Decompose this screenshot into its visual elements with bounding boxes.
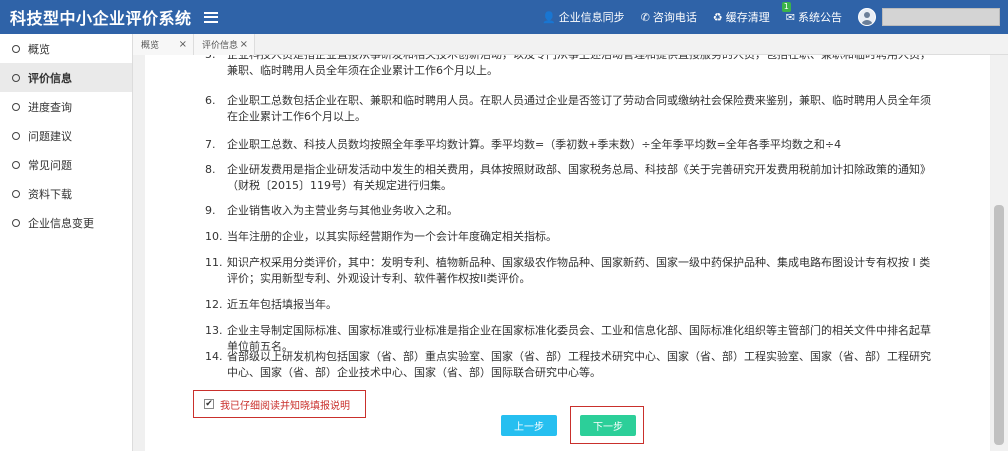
app-title: 科技型中小企业评价系统 — [10, 9, 192, 28]
prev-step-button[interactable]: 上一步 — [501, 415, 557, 436]
list-item: 11. 知识产权采用分类评价，其中：发明专利、植物新品种、国家级农作物品种、国家… — [205, 255, 940, 287]
item-text: 近五年包括填报当年。 — [227, 298, 337, 311]
scrollbar[interactable] — [991, 55, 1008, 451]
item-number: 5. — [205, 55, 216, 63]
sidebar-item-progress-query[interactable]: 进度查询 — [0, 92, 132, 121]
item-text: 企业科技人员是指企业直接从事研发和相关技术创新活动，以及专门从事上述活动管理和提… — [227, 55, 931, 77]
recycle-icon: ♻ — [712, 10, 723, 24]
item-number: 11. — [205, 256, 223, 269]
clear-cache-link[interactable]: ♻ 缓存清理 — [713, 9, 770, 25]
avatar[interactable] — [858, 8, 876, 26]
circle-icon — [12, 189, 20, 198]
sidebar-item-overview[interactable]: 概览 — [0, 34, 132, 63]
circle-icon — [12, 218, 20, 227]
close-icon[interactable]: × — [240, 39, 248, 50]
circle-icon — [12, 73, 20, 82]
item-text: 企业销售收入为主营业务与其他业务收入之和。 — [227, 204, 458, 217]
sync-enterprise-info-link[interactable]: 👤 企业信息同步 — [542, 9, 625, 25]
user-icon: 👤 — [541, 10, 556, 24]
notification-badge: 1 — [781, 2, 791, 12]
sidebar-item-suggestions[interactable]: 问题建议 — [0, 121, 132, 150]
checkbox[interactable]: ✔ — [204, 399, 214, 409]
sync-enterprise-info-label: 企业信息同步 — [558, 11, 625, 24]
scrollbar-thumb[interactable] — [994, 205, 1004, 445]
agree-checkbox-row[interactable]: ✔ 我已仔细阅读并知晓填报说明 — [193, 390, 366, 418]
item-number: 6. — [205, 94, 216, 107]
close-icon[interactable]: × — [179, 39, 187, 50]
list-item: 8. 企业研发费用是指企业研发活动中发生的相关费用，具体按照财政部、国家税务总局… — [205, 162, 940, 194]
agree-label: 我已仔细阅读并知晓填报说明 — [220, 400, 350, 412]
next-step-button[interactable]: 下一步 — [580, 415, 636, 436]
sidebar-item-info-change[interactable]: 企业信息变更 — [0, 208, 132, 237]
header-actions: 👤 企业信息同步 ✆ 咨询电话 ♻ 缓存清理 1 ✉ 系统公告 — [526, 0, 1000, 34]
circle-icon — [12, 44, 20, 53]
sidebar-item-faq[interactable]: 常见问题 — [0, 150, 132, 179]
list-item: 12. 近五年包括填报当年。 — [205, 297, 940, 313]
sidebar-item-label: 问题建议 — [28, 129, 72, 143]
item-number: 10. — [205, 230, 223, 243]
top-navbar: 科技型中小企业评价系统 👤 企业信息同步 ✆ 咨询电话 ♻ 缓存清理 1 ✉ 系… — [0, 0, 1008, 34]
mail-icon: ✉ — [785, 10, 795, 24]
tab-bar: 概览 × 评价信息 × — [133, 34, 1008, 55]
sidebar-item-label: 进度查询 — [28, 100, 72, 114]
circle-icon — [12, 131, 20, 140]
item-text: 知识产权采用分类评价，其中：发明专利、植物新品种、国家级农作物品种、国家新药、国… — [227, 256, 931, 285]
item-number: 7. — [205, 138, 216, 151]
instructions-panel: 5. 企业科技人员是指企业直接从事研发和相关技术创新活动，以及专门从事上述活动管… — [145, 55, 990, 451]
announcements-link[interactable]: 1 ✉ 系统公告 — [781, 2, 842, 25]
hotline-link[interactable]: ✆ 咨询电话 — [641, 9, 697, 25]
sidebar-item-downloads[interactable]: 资料下载 — [0, 179, 132, 208]
circle-icon — [12, 102, 20, 111]
item-number: 8. — [205, 163, 216, 176]
item-text: 企业职工总数包括企业在职、兼职和临时聘用人员。在职人员通过企业是否签订了劳动合同… — [227, 94, 931, 123]
announcements-label: 系统公告 — [798, 11, 842, 24]
list-item: 5. 企业科技人员是指企业直接从事研发和相关技术创新活动，以及专门从事上述活动管… — [205, 55, 940, 79]
item-number: 9. — [205, 204, 216, 217]
sidebar-item-label: 企业信息变更 — [28, 216, 94, 230]
item-number: 14. — [205, 350, 223, 363]
list-item: 14. 省部级以上研发机构包括国家（省、部）重点实验室、国家（省、部）工程技术研… — [205, 349, 940, 381]
item-number: 13. — [205, 324, 223, 337]
item-text: 省部级以上研发机构包括国家（省、部）重点实验室、国家（省、部）工程技术研究中心、… — [227, 350, 931, 379]
item-text: 企业研发费用是指企业研发活动中发生的相关费用，具体按照财政部、国家税务总局、科技… — [227, 163, 931, 192]
list-item: 9. 企业销售收入为主营业务与其他业务收入之和。 — [205, 203, 940, 219]
user-name-box[interactable] — [882, 8, 1000, 26]
item-number: 12. — [205, 298, 223, 311]
sidebar-item-evaluation-info[interactable]: 评价信息 — [0, 63, 132, 92]
tab-label: 概览 — [141, 41, 160, 51]
sidebar: 概览 评价信息 进度查询 问题建议 常见问题 资料下载 企业信息变更 — [0, 34, 133, 451]
item-text: 当年注册的企业，以其实际经营期作为一个会计年度确定相关指标。 — [227, 230, 557, 243]
sidebar-item-label: 评价信息 — [28, 71, 72, 85]
circle-icon — [12, 160, 20, 169]
sidebar-item-label: 资料下载 — [28, 187, 72, 201]
tab-overview[interactable]: 概览 × — [133, 34, 194, 55]
item-text: 企业职工总数、科技人员数均按照全年季平均数计算。季平均数=（季初数+季末数）÷全… — [227, 138, 842, 151]
tab-label: 评价信息 — [202, 41, 239, 51]
phone-icon: ✆ — [640, 10, 650, 24]
list-item: 10. 当年注册的企业，以其实际经营期作为一个会计年度确定相关指标。 — [205, 229, 940, 245]
clear-cache-label: 缓存清理 — [725, 11, 770, 24]
list-item: 7. 企业职工总数、科技人员数均按照全年季平均数计算。季平均数=（季初数+季末数… — [205, 137, 940, 153]
list-item: 6. 企业职工总数包括企业在职、兼职和临时聘用人员。在职人员通过企业是否签订了劳… — [205, 93, 940, 125]
tab-evaluation-info[interactable]: 评价信息 × — [194, 34, 255, 55]
sidebar-item-label: 常见问题 — [28, 158, 72, 172]
sidebar-item-label: 概览 — [28, 42, 50, 56]
hamburger-icon[interactable] — [203, 11, 218, 23]
hotline-label: 咨询电话 — [652, 11, 697, 24]
